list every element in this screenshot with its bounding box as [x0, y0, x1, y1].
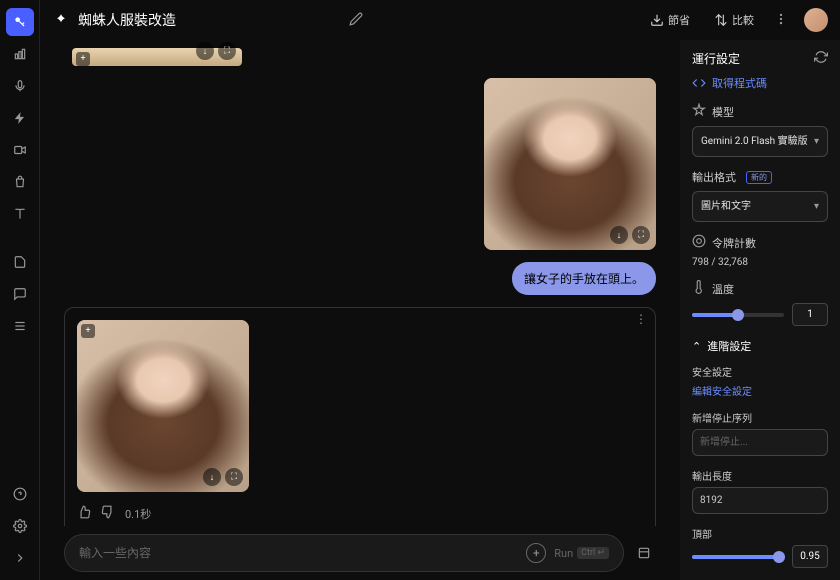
stop-label: 新增停止序列 — [692, 410, 828, 425]
response-time: 0.1秒 — [125, 506, 151, 522]
expand-icon[interactable]: ⛶ — [632, 226, 650, 244]
top-label: 頂部 — [692, 526, 828, 541]
chevron-up-icon: ⌃ — [692, 340, 701, 353]
response-menu-icon[interactable]: ⋮ — [635, 312, 647, 326]
token-icon — [692, 234, 706, 251]
advanced-toggle[interactable]: ⌃進階設定 — [692, 338, 828, 354]
nav-doc-icon[interactable] — [6, 248, 34, 276]
message-image-top: + ↓⛶ — [72, 48, 242, 66]
length-input[interactable] — [692, 487, 828, 514]
refresh-icon[interactable] — [814, 50, 828, 67]
tools-icon[interactable] — [632, 541, 656, 565]
nav-settings-icon[interactable] — [6, 512, 34, 540]
chevron-down-icon: ▾ — [814, 135, 819, 148]
message-image-right: ↓⛶ — [484, 78, 656, 250]
temp-slider[interactable] — [692, 313, 784, 317]
top-value[interactable]: 0.95 — [792, 545, 828, 568]
thumbs-up-icon[interactable] — [77, 505, 91, 522]
logo-icon — [52, 11, 70, 29]
length-label: 輸出長度 — [692, 468, 828, 483]
top-slider[interactable] — [692, 555, 784, 559]
output-dropdown[interactable]: 圖片和文字▾ — [692, 191, 828, 222]
temp-value[interactable]: 1 — [792, 303, 828, 326]
expand-icon[interactable]: ⛶ — [225, 468, 243, 486]
avatar[interactable] — [804, 8, 828, 32]
safety-link[interactable]: 編輯安全設定 — [692, 383, 828, 398]
tokens-label: 令牌計數 — [712, 235, 756, 251]
expand-icon[interactable]: ⛶ — [218, 42, 236, 60]
model-label: 模型 — [712, 104, 734, 120]
side-nav — [0, 0, 40, 580]
add-icon[interactable]: + — [76, 52, 90, 66]
model-icon — [692, 103, 706, 120]
save-button[interactable]: 節省 — [642, 8, 698, 32]
page-title: 蜘蛛人服裝改造 — [78, 10, 341, 30]
nav-mic-icon[interactable] — [6, 72, 34, 100]
response-block: ⋮ + ↓⛶ 0.1秒 — [64, 307, 656, 526]
compare-button[interactable]: 比較 — [706, 8, 762, 32]
edit-icon[interactable] — [349, 12, 363, 29]
temp-icon — [692, 280, 706, 297]
nav-chat-icon[interactable] — [6, 280, 34, 308]
download-icon[interactable]: ↓ — [203, 468, 221, 486]
response-image: + ↓⛶ — [77, 320, 249, 492]
settings-panel: 運行設定 取得程式碼 模型 Gemini 2.0 Flash 實驗版▾ 輸出格式… — [680, 40, 840, 580]
thumbs-down-icon[interactable] — [101, 505, 115, 522]
header: 蜘蛛人服裝改造 節省 比較 — [40, 0, 840, 40]
input-container: + RunCtrl ↵ — [64, 534, 624, 572]
add-icon[interactable]: + — [81, 324, 95, 338]
nav-expand-icon[interactable] — [6, 544, 34, 572]
stop-input[interactable] — [692, 429, 828, 456]
model-dropdown[interactable]: Gemini 2.0 Flash 實驗版▾ — [692, 126, 828, 157]
chevron-down-icon: ▾ — [814, 200, 819, 213]
download-icon[interactable]: ↓ — [196, 42, 214, 60]
message-input[interactable] — [79, 546, 518, 560]
nav-list-icon[interactable] — [6, 312, 34, 340]
nav-video-icon[interactable] — [6, 136, 34, 164]
nav-chart-icon[interactable] — [6, 40, 34, 68]
panel-title: 運行設定 — [692, 50, 740, 67]
user-message: 讓女子的手放在頭上。 — [512, 262, 656, 295]
chat-area: + ↓⛶ ↓⛶ 讓女子的手放在頭上。 ⋮ + — [40, 40, 680, 580]
nav-help-icon[interactable] — [6, 480, 34, 508]
temp-label: 溫度 — [712, 281, 734, 297]
output-label: 輸出格式 — [692, 169, 736, 185]
run-button[interactable]: RunCtrl ↵ — [554, 547, 609, 560]
more-icon[interactable] — [770, 8, 792, 33]
get-code-link[interactable]: 取得程式碼 — [692, 75, 828, 91]
download-icon[interactable]: ↓ — [610, 226, 628, 244]
nav-bag-icon[interactable] — [6, 168, 34, 196]
attach-icon[interactable]: + — [526, 543, 546, 563]
new-badge: 新的 — [746, 171, 772, 184]
nav-book-icon[interactable] — [6, 200, 34, 228]
nav-bolt-icon[interactable] — [6, 104, 34, 132]
nav-key-icon[interactable] — [6, 8, 34, 36]
safety-label: 安全設定 — [692, 364, 828, 379]
tokens-value: 798 / 32,768 — [692, 257, 828, 268]
